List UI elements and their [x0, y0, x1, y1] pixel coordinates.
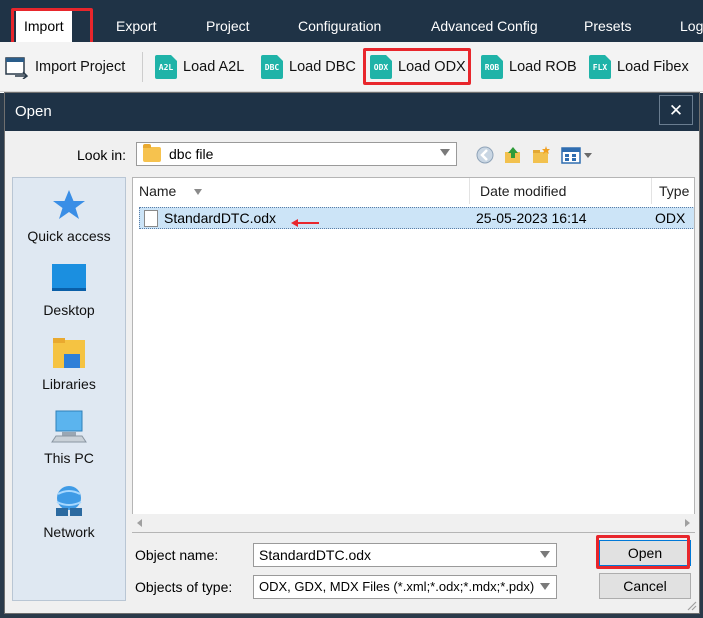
- cancel-button[interactable]: Cancel: [599, 573, 691, 599]
- file-row[interactable]: StandardDTC.odx 25-05-2023 16:14 ODX: [139, 207, 694, 229]
- column-name-label: Name: [139, 183, 177, 199]
- ribbon: Import Project A2L Load A2L DBC Load DBC…: [0, 42, 703, 92]
- star-icon: [50, 188, 88, 222]
- column-header-date[interactable]: Date modified: [474, 178, 652, 204]
- load-a2l-button[interactable]: A2L Load A2L: [155, 54, 244, 80]
- load-rob-label: Load ROB: [509, 59, 577, 75]
- look-in-label: Look in:: [77, 147, 127, 163]
- file-name: StandardDTC.odx: [164, 210, 277, 226]
- import-project-icon: [5, 55, 29, 80]
- odx-file-icon: ODX: [370, 55, 392, 79]
- place-this-pc[interactable]: This PC: [13, 410, 125, 466]
- red-arrow-icon: [290, 213, 320, 233]
- dialog-title: Open: [5, 93, 699, 131]
- object-type-label: Objects of type:: [135, 579, 233, 595]
- file-date: 25-05-2023 16:14: [476, 210, 587, 226]
- look-in-value: dbc file: [169, 146, 214, 162]
- place-label: Quick access: [27, 228, 111, 244]
- chevron-down-icon: [440, 149, 450, 156]
- file-list[interactable]: Name Date modified Type StandardDTC.odx …: [132, 177, 695, 533]
- chevron-down-icon[interactable]: [540, 551, 550, 558]
- network-icon: [50, 484, 88, 518]
- sort-arrow-icon: [194, 189, 203, 196]
- column-header-type[interactable]: Type: [653, 178, 694, 204]
- places-bar: Quick access Desktop Libraries This PC N…: [12, 177, 126, 601]
- close-button[interactable]: ✕: [659, 95, 693, 125]
- open-button[interactable]: Open: [599, 540, 691, 566]
- menu-advanced-config[interactable]: Advanced Config: [423, 10, 546, 44]
- object-type-select[interactable]: ODX, GDX, MDX Files (*.xml;*.odx;*.mdx;*…: [253, 575, 557, 599]
- place-label: Desktop: [43, 302, 95, 318]
- load-odx-label: Load ODX: [398, 59, 466, 75]
- pc-icon: [50, 410, 88, 444]
- import-project-button[interactable]: Import Project: [5, 54, 125, 80]
- place-network[interactable]: Network: [13, 484, 125, 540]
- menu-import[interactable]: Import: [16, 10, 72, 44]
- menu-bar: Import Export Project Configuration Adva…: [0, 0, 703, 44]
- place-label: This PC: [44, 450, 94, 466]
- load-a2l-label: Load A2L: [183, 59, 245, 75]
- file-type: ODX: [655, 210, 686, 226]
- up-folder-icon[interactable]: [503, 145, 523, 165]
- ribbon-separator: [142, 52, 143, 82]
- look-in-combo[interactable]: dbc file: [136, 142, 457, 166]
- load-odx-button[interactable]: ODX Load ODX: [370, 54, 466, 80]
- menu-project[interactable]: Project: [198, 10, 258, 44]
- libraries-icon: [50, 336, 88, 370]
- view-menu-icon[interactable]: [560, 145, 594, 165]
- object-name-value: StandardDTC.odx: [259, 547, 372, 563]
- rob-file-icon: ROB: [481, 55, 503, 79]
- column-header-name[interactable]: Name: [133, 178, 470, 204]
- object-name-field[interactable]: StandardDTC.odx: [253, 543, 557, 567]
- place-desktop[interactable]: Desktop: [13, 262, 125, 318]
- load-rob-button[interactable]: ROB Load ROB: [481, 54, 577, 80]
- import-project-label: Import Project: [35, 59, 126, 75]
- horizontal-scrollbar[interactable]: [132, 514, 695, 532]
- resize-grip-icon[interactable]: [685, 599, 697, 611]
- menu-log[interactable]: Log: [672, 10, 703, 44]
- scroll-right-icon[interactable]: [683, 518, 691, 528]
- menu-presets[interactable]: Presets: [576, 10, 639, 44]
- folder-icon: [143, 143, 161, 162]
- load-dbc-label: Load DBC: [289, 59, 356, 75]
- load-fibex-label: Load Fibex: [617, 59, 689, 75]
- open-dialog: Open ✕ Look in: dbc file Quick access De…: [4, 92, 700, 614]
- new-folder-icon[interactable]: [531, 145, 551, 165]
- desktop-icon: [50, 262, 88, 296]
- flx-file-icon: FLX: [589, 55, 611, 79]
- load-dbc-button[interactable]: DBC Load DBC: [261, 54, 356, 80]
- place-label: Libraries: [42, 376, 96, 392]
- scroll-left-icon[interactable]: [136, 518, 144, 528]
- object-name-label: Object name:: [135, 547, 219, 563]
- back-icon[interactable]: [475, 145, 495, 165]
- object-type-value: ODX, GDX, MDX Files (*.xml;*.odx;*.mdx;*…: [259, 579, 535, 594]
- place-libraries[interactable]: Libraries: [13, 336, 125, 392]
- menu-configuration[interactable]: Configuration: [290, 10, 389, 44]
- menu-export[interactable]: Export: [108, 10, 164, 44]
- place-label: Network: [43, 524, 95, 540]
- place-quick-access[interactable]: Quick access: [13, 188, 125, 244]
- load-fibex-button[interactable]: FLX Load Fibex: [589, 54, 689, 80]
- chevron-down-icon[interactable]: [540, 583, 550, 590]
- dbc-file-icon: DBC: [261, 55, 283, 79]
- a2l-file-icon: A2L: [155, 55, 177, 79]
- document-icon: [144, 210, 158, 227]
